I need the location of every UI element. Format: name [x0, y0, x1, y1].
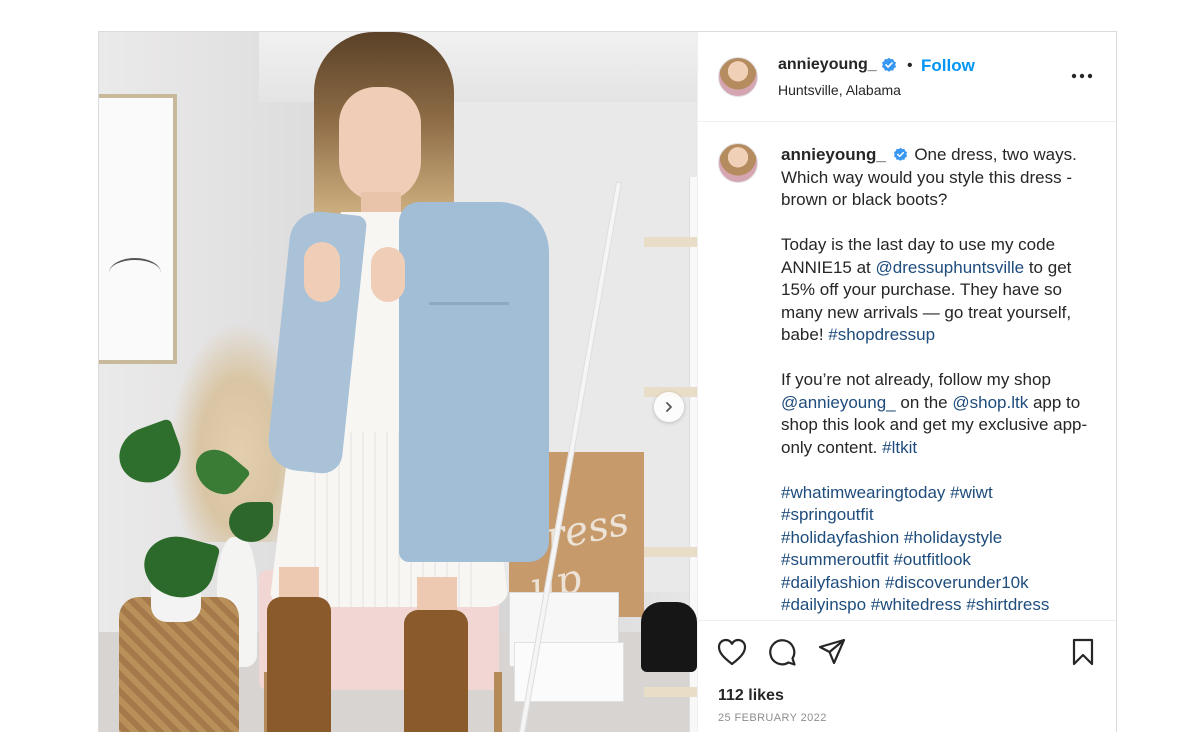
post-date[interactable]: 25 FEBRUARY 2022: [718, 712, 827, 724]
mention-link[interactable]: @annieyoung_: [781, 393, 896, 412]
more-options-button[interactable]: [1068, 62, 1096, 90]
caption-text: on the: [895, 392, 953, 412]
model-face: [339, 87, 421, 202]
likes-count[interactable]: 112 likes: [718, 687, 784, 705]
ladder-shelf-step: [644, 237, 697, 247]
more-options-icon: [1071, 73, 1093, 79]
caption-text: If you’re not already, follow my shop: [781, 370, 1051, 389]
post-photo[interactable]: dress up: [99, 32, 697, 732]
hashtag-link[interactable]: #holidaystyle: [904, 528, 1002, 547]
avatar[interactable]: [718, 143, 758, 183]
hashtag-link[interactable]: #outfitlook: [893, 550, 971, 569]
brown-boot: [404, 610, 468, 732]
stool-leg: [494, 672, 502, 732]
hashtag-link[interactable]: #dailyfashion: [781, 573, 880, 592]
post-caption: annieyoung_ One dress, two ways. Which w…: [781, 144, 1091, 620]
chevron-right-icon: [666, 402, 672, 412]
ladder-shelf-step: [644, 547, 697, 557]
follow-button[interactable]: Follow: [921, 56, 975, 76]
bookmark-icon: [1072, 638, 1094, 666]
comment-button[interactable]: [766, 636, 798, 668]
plant-leaf: [229, 502, 273, 542]
comment-icon: [769, 639, 796, 666]
mention-link[interactable]: @dressuphuntsville: [876, 258, 1025, 277]
hashtag-link[interactable]: #discoverunder10k: [885, 573, 1029, 592]
post-actions: 112 likes 25 FEBRUARY 2022: [698, 620, 1116, 732]
denim-jacket-right: [399, 202, 549, 562]
share-button[interactable]: [816, 636, 848, 668]
like-button[interactable]: [716, 636, 748, 668]
verified-badge-icon: [893, 147, 907, 161]
share-icon: [818, 638, 846, 665]
hashtag-link[interactable]: #springoutfit: [781, 505, 874, 524]
hashtag-link[interactable]: #shirtdress: [966, 595, 1049, 614]
ladder-shelf-step: [644, 687, 697, 697]
post-location[interactable]: Huntsville, Alabama: [778, 82, 901, 98]
hashtag-link[interactable]: #dailyinspo: [781, 595, 866, 614]
hashtag-block: #whatimwearingtoday #wiwt #springoutfit …: [781, 482, 1091, 617]
hashtag-link[interactable]: #wiwt: [950, 483, 993, 502]
header-separator: •: [907, 57, 913, 74]
carousel-next-button[interactable]: [654, 392, 684, 422]
heart-icon: [717, 638, 747, 666]
mention-link[interactable]: @shop.ltk: [952, 393, 1028, 412]
instagram-post: dress up annieyoung_ • Follow Huntsville…: [98, 31, 1117, 732]
model-hand: [304, 242, 340, 302]
caption-area: annieyoung_ One dress, two ways. Which w…: [698, 122, 1116, 620]
save-button[interactable]: [1067, 636, 1099, 668]
model-hand: [371, 247, 405, 302]
avatar[interactable]: [718, 57, 758, 97]
post-side-panel: annieyoung_ • Follow Huntsville, Alabama…: [697, 32, 1116, 732]
hashtag-link[interactable]: #whatimwearingtoday: [781, 483, 945, 502]
verified-badge-icon: [882, 57, 896, 72]
wall-art-drawing: [109, 258, 161, 288]
brown-boot: [267, 597, 331, 732]
caption-username[interactable]: annieyoung_: [781, 145, 886, 164]
hashtag-link[interactable]: #whitedress: [871, 595, 962, 614]
hashtag-link[interactable]: #ltkit: [882, 438, 917, 457]
wall-art-frame: [99, 94, 177, 364]
hashtag-link[interactable]: #holidayfashion: [781, 528, 899, 547]
header-username[interactable]: annieyoung_: [778, 56, 877, 74]
hashtag-link[interactable]: #summeroutfit: [781, 550, 889, 569]
hashtag-link[interactable]: #shopdressup: [828, 325, 935, 344]
jacket-pocket-seam: [429, 302, 509, 305]
black-shoes: [641, 602, 697, 672]
post-header: annieyoung_ • Follow Huntsville, Alabama: [698, 32, 1116, 122]
